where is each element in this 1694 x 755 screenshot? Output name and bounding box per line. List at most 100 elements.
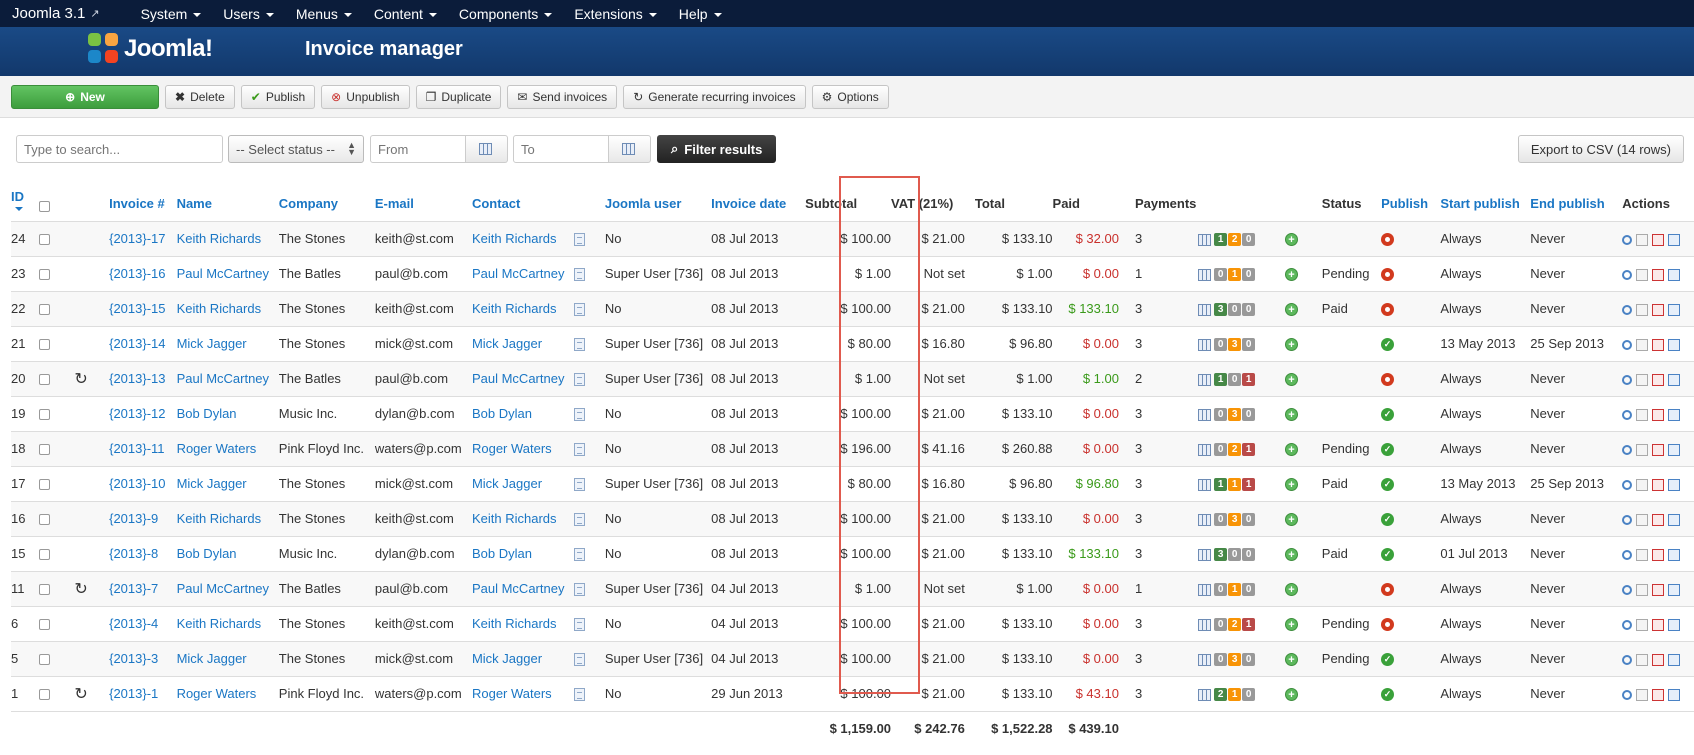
document-icon[interactable] [574,478,586,492]
calendar-icon[interactable] [1198,268,1212,281]
calendar-icon[interactable] [1198,408,1212,421]
published-icon[interactable]: ✓ [1381,443,1395,457]
cell-invoice-number[interactable]: {2013}-3 [109,640,177,676]
cell-contact[interactable]: Bob Dylan [471,395,575,431]
add-payment-icon[interactable]: + [1284,583,1298,597]
pdf-icon[interactable] [1652,688,1665,701]
cell-invoice-number[interactable]: {2013}-10 [109,465,177,501]
cell-name[interactable]: Bob Dylan [176,395,279,431]
filter-results-button[interactable]: ⌕ Filter results [657,135,777,163]
cell-name[interactable]: Mick Jagger [176,325,279,361]
calendar-icon[interactable] [1198,443,1212,456]
send-invoices-button[interactable]: ✉ Send invoices [507,84,618,109]
cell-contact[interactable]: Paul McCartney [471,570,575,606]
row-checkbox[interactable] [38,339,50,351]
pdf-icon[interactable] [1652,303,1665,316]
new-button[interactable]: ⊕ New [11,84,159,109]
admin-menu-users[interactable]: Users [212,0,285,27]
view-icon[interactable] [1622,269,1633,280]
column-contact[interactable]: Contact [472,176,574,221]
admin-menu-help[interactable]: Help [668,0,733,27]
options-button[interactable]: ⚙ Options [811,84,889,109]
calendar-icon[interactable] [1198,688,1212,701]
envelope-icon[interactable] [1668,373,1681,386]
calendar-icon[interactable] [1198,233,1212,246]
pdf-icon[interactable] [1652,618,1665,631]
from-date-input[interactable] [370,135,466,163]
cell-invoice-number[interactable]: {2013}-12 [109,395,177,431]
document-icon[interactable] [574,618,586,632]
pdf-icon[interactable] [1652,233,1665,246]
pdf-icon[interactable] [1652,478,1665,491]
pdf-icon[interactable] [1652,338,1665,351]
delete-button[interactable]: ✖ Delete [165,84,235,109]
document-icon[interactable] [1636,373,1649,386]
to-calendar-button[interactable] [609,135,651,163]
row-checkbox[interactable] [38,689,50,701]
document-icon[interactable] [574,338,586,352]
view-icon[interactable] [1622,514,1633,525]
cell-invoice-number[interactable]: {2013}-16 [109,255,177,291]
calendar-icon[interactable] [1198,303,1212,316]
pdf-icon[interactable] [1652,548,1665,561]
select-all-checkbox[interactable] [38,200,50,212]
add-payment-icon[interactable]: + [1284,618,1298,632]
search-input[interactable] [16,135,223,163]
unpublished-icon[interactable] [1381,373,1395,387]
add-payment-icon[interactable]: + [1284,443,1298,457]
cell-contact[interactable]: Roger Waters [471,675,575,711]
cell-contact[interactable]: Keith Richards [471,290,575,326]
add-payment-icon[interactable]: + [1284,513,1298,527]
document-icon[interactable] [574,688,586,702]
cell-name[interactable]: Paul McCartney [176,360,279,396]
cell-contact[interactable]: Keith Richards [471,605,575,641]
view-icon[interactable] [1622,339,1633,350]
cell-invoice-number[interactable]: {2013}-15 [109,290,177,326]
pdf-icon[interactable] [1652,443,1665,456]
cell-name[interactable]: Mick Jagger [176,640,279,676]
published-icon[interactable]: ✓ [1381,338,1395,352]
cell-contact[interactable]: Roger Waters [471,430,575,466]
column-email[interactable]: E-mail [375,176,472,221]
view-icon[interactable] [1622,654,1633,665]
pdf-icon[interactable] [1652,408,1665,421]
document-icon[interactable] [574,548,586,562]
cell-invoice-number[interactable]: {2013}-17 [109,220,177,256]
cell-contact[interactable]: Paul McCartney [471,360,575,396]
add-payment-icon[interactable]: + [1284,233,1298,247]
calendar-icon[interactable] [1198,548,1212,561]
pdf-icon[interactable] [1652,583,1665,596]
to-date-input[interactable] [513,135,609,163]
cell-invoice-number[interactable]: {2013}-8 [109,535,177,571]
row-checkbox[interactable] [38,374,50,386]
add-payment-icon[interactable]: + [1284,373,1298,387]
row-checkbox[interactable] [38,514,50,526]
admin-menu-extensions[interactable]: Extensions [563,0,667,27]
cell-name[interactable]: Roger Waters [176,675,279,711]
published-icon[interactable]: ✓ [1381,688,1395,702]
unpublished-icon[interactable] [1381,303,1395,317]
cell-name[interactable]: Keith Richards [176,605,279,641]
cell-contact[interactable]: Paul McCartney [471,255,575,291]
cell-name[interactable]: Roger Waters [176,430,279,466]
view-icon[interactable] [1622,304,1633,315]
column-end-publish[interactable]: End publish [1530,176,1622,221]
add-payment-icon[interactable]: + [1284,268,1298,282]
add-payment-icon[interactable]: + [1284,653,1298,667]
row-checkbox[interactable] [38,584,50,596]
admin-menu-content[interactable]: Content [363,0,448,27]
document-icon[interactable] [1636,688,1649,701]
status-select[interactable]: -- Select status -- ▲ ▼ [228,135,364,163]
row-checkbox[interactable] [38,619,50,631]
column-joomla-user[interactable]: Joomla user [605,176,711,221]
add-payment-icon[interactable]: + [1284,688,1298,702]
cell-contact[interactable]: Mick Jagger [471,325,575,361]
column-start-publish[interactable]: Start publish [1440,176,1530,221]
document-icon[interactable] [1636,618,1649,631]
unpublished-icon[interactable] [1381,268,1395,282]
calendar-icon[interactable] [1198,338,1212,351]
document-icon[interactable] [574,268,586,282]
add-payment-icon[interactable]: + [1284,478,1298,492]
view-icon[interactable] [1622,234,1633,245]
row-checkbox[interactable] [38,444,50,456]
